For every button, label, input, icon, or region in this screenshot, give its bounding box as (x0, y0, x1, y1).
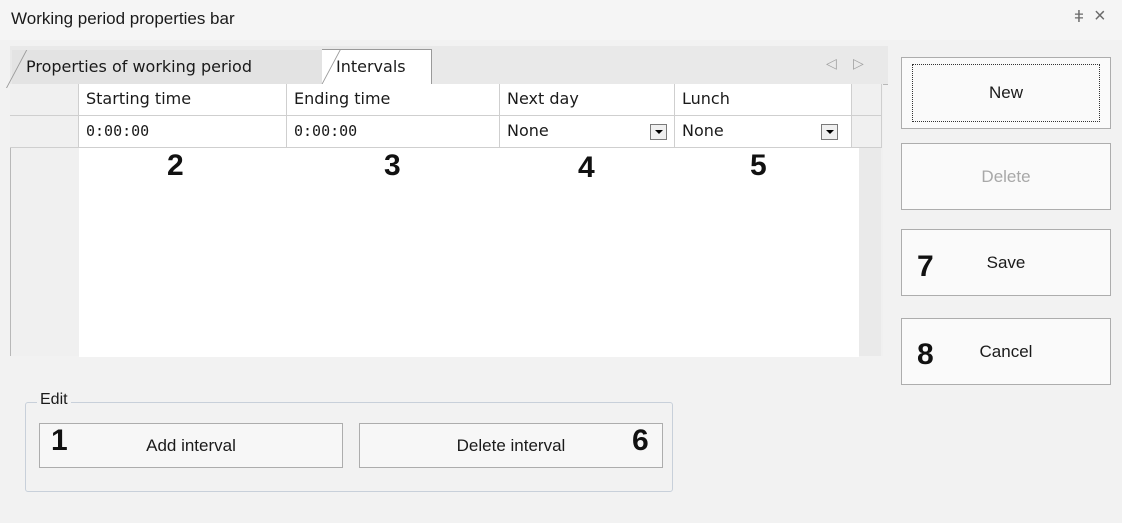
delete-button[interactable]: Delete (901, 143, 1111, 210)
grid-corner-header (10, 84, 79, 116)
column-header-starting-time[interactable]: Starting time (79, 84, 287, 116)
column-header-lunch[interactable]: Lunch (675, 84, 852, 116)
marker-ending-time: 3 (384, 149, 401, 182)
next-day-value: None (507, 121, 549, 140)
marker-next-day: 4 (578, 151, 595, 184)
delete-interval-label: Delete interval (456, 436, 566, 455)
tab-scroll-right-icon[interactable]: ▷ (853, 55, 864, 72)
tab-scroll-left-icon[interactable]: ◁ (826, 55, 837, 72)
grid-empty-area[interactable] (79, 147, 859, 357)
close-icon[interactable]: × (1094, 5, 1106, 28)
focus-ring (912, 64, 1100, 122)
add-interval-button[interactable]: Add interval (39, 423, 343, 468)
column-header-next-day[interactable]: Next day (500, 84, 675, 116)
column-header-filler (852, 84, 882, 116)
marker-starting-time: 2 (167, 149, 184, 182)
tab-properties[interactable]: Properties of working period (12, 50, 334, 84)
marker-lunch: 5 (750, 149, 767, 182)
next-day-dropdown-icon[interactable] (650, 124, 667, 140)
lunch-dropdown-icon[interactable] (821, 124, 838, 140)
cancel-button-label: Cancel (979, 342, 1033, 361)
marker-save: 7 (917, 250, 934, 283)
save-button-label: Save (986, 253, 1026, 272)
add-interval-label: Add interval (146, 436, 236, 455)
row-header[interactable] (10, 116, 79, 148)
window-title: Working period properties bar (11, 9, 235, 28)
delete-interval-button[interactable]: Delete interval (359, 423, 663, 468)
row-filler (852, 116, 882, 148)
column-header-ending-time[interactable]: Ending time (287, 84, 500, 116)
cell-ending-time[interactable]: 0:00:00 (287, 116, 500, 148)
edit-group-legend: Edit (37, 391, 71, 409)
marker-add-interval: 1 (51, 424, 68, 457)
delete-button-label: Delete (981, 167, 1031, 186)
marker-cancel: 8 (917, 338, 934, 371)
pin-icon[interactable]: ǂ (1074, 7, 1084, 27)
cell-starting-time[interactable]: 0:00:00 (79, 116, 287, 148)
new-button[interactable]: New (901, 57, 1111, 129)
marker-delete-interval: 6 (632, 424, 649, 457)
lunch-value: None (682, 121, 724, 140)
cell-next-day[interactable]: None (500, 116, 675, 148)
tab-intervals[interactable]: Intervals (322, 49, 432, 85)
